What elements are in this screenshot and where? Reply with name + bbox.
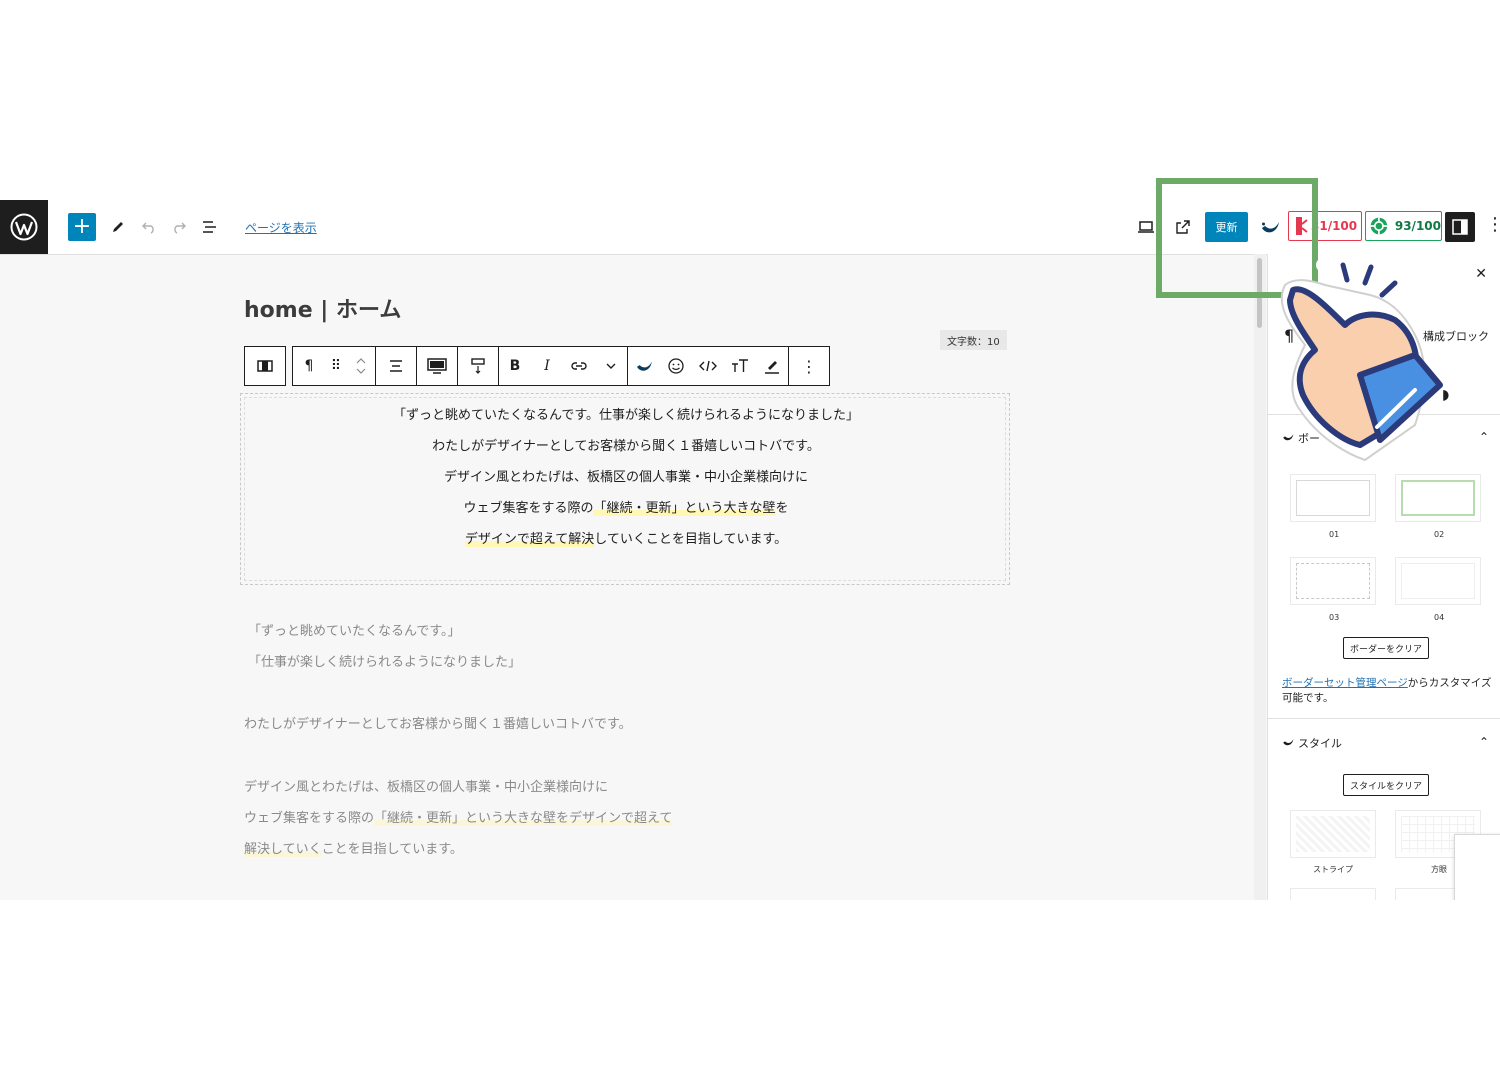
close-icon[interactable]: ✕ xyxy=(1475,266,1487,282)
group-block-icon[interactable] xyxy=(245,347,285,385)
tools-pencil-icon[interactable] xyxy=(108,214,128,240)
block-type-group: ¶ ⠿ xyxy=(292,346,376,386)
emoji-icon[interactable] xyxy=(660,347,692,385)
body-line-5-highlight: 「継続・更新」という大きな壁をデザインで超えて xyxy=(374,811,673,826)
body-line-6[interactable]: 解決していくことを目指しています。 xyxy=(244,838,463,857)
readability-plugin-icon xyxy=(1370,217,1388,235)
readability-score-badge[interactable]: 93/100 xyxy=(1365,211,1442,241)
preview-device-icon[interactable] xyxy=(1136,214,1156,240)
clear-style-button[interactable]: スタイルをクリア xyxy=(1343,774,1430,796)
drag-handle-icon[interactable]: ⠿ xyxy=(325,347,347,385)
redo-icon[interactable] xyxy=(169,214,189,240)
bold-icon[interactable]: B xyxy=(499,347,531,385)
link-icon[interactable] xyxy=(563,347,595,385)
style-preset-grid-label: 方眼 xyxy=(1431,865,1447,874)
wordpress-logo-icon[interactable] xyxy=(0,200,48,254)
device-group xyxy=(417,346,458,386)
border-preset-04-label: 04 xyxy=(1434,613,1445,622)
pointing-hand-icon xyxy=(1280,256,1443,462)
body-line-4[interactable]: デザイン風とわたげは、板橋区の個人事業・中小企業様向けに xyxy=(244,776,608,795)
body-line-6-end: ことを目指しています。 xyxy=(321,842,463,857)
more-formats-chevron-down-icon[interactable] xyxy=(595,347,627,385)
selected-line-5-end: していくことを目指しています。 xyxy=(594,532,788,547)
undo-icon[interactable] xyxy=(139,214,159,240)
block-options-icon[interactable]: ⋮ xyxy=(789,347,829,385)
selected-line-4: ウェブ集客をする際の「継続・更新」という大きな壁を xyxy=(241,497,1011,516)
readability-score-text: 93/100 xyxy=(1394,219,1441,233)
style-section-header[interactable]: スタイル xyxy=(1282,735,1342,751)
border-manage-link[interactable]: ボーダーセット管理ページ xyxy=(1282,677,1408,689)
selected-line-1: 「ずっと眺めていたくなるんです。仕事が楽しく続けられるようになりました」 xyxy=(392,408,860,423)
style-preset-stripe-label: ストライプ xyxy=(1313,865,1353,874)
clear-border-button[interactable]: ボーダーをクリア xyxy=(1343,637,1430,659)
selected-line-4-start: ウェブ集客をする際の xyxy=(463,501,594,516)
char-count-badge: 文字数：10 xyxy=(940,330,1007,350)
floating-popover xyxy=(1454,834,1500,900)
block-toolbar: ¶ ⠿ B I ⋮ xyxy=(244,346,830,386)
page-title[interactable]: home | ホーム xyxy=(244,292,401,324)
border-preset-01-label: 01 xyxy=(1329,530,1340,539)
style-section-chevron-up-icon[interactable]: ⌃ xyxy=(1479,735,1489,749)
body-line-2[interactable]: 「仕事が楽しく続けられるようになりました」 xyxy=(248,651,521,670)
selected-line-3: デザイン風とわたげは、板橋区の個人事業・中小企業様向けに xyxy=(443,470,808,485)
style-preset-3[interactable] xyxy=(1290,888,1376,900)
view-page-link[interactable]: ページを表示 xyxy=(245,219,317,236)
border-preset-02-label: 02 xyxy=(1434,530,1445,539)
margin-icon[interactable] xyxy=(458,347,498,385)
settings-sidebar-toggle[interactable] xyxy=(1445,212,1475,242)
plugin-format-group xyxy=(628,346,789,386)
plugin-leaf-format-icon[interactable] xyxy=(628,347,660,385)
border-manage-note: ボーダーセット管理ページからカスタマイズ可能です。 xyxy=(1282,676,1492,706)
border-preset-03-label: 03 xyxy=(1329,613,1340,622)
selected-line-5-highlight: デザインで超えて解決 xyxy=(464,532,595,547)
list-view-icon[interactable] xyxy=(200,214,220,240)
paragraph-icon[interactable]: ¶ xyxy=(293,347,325,385)
sidebar-toggle-icon xyxy=(1452,219,1468,235)
border-preset-03[interactable] xyxy=(1290,557,1376,605)
body-line-6-highlight: 解決していく xyxy=(244,842,322,857)
selected-paragraph-block[interactable]: 「ずっと眺めていたくなるんです。仕事が楽しく続けられるようになりました」 わたし… xyxy=(240,393,1010,585)
font-size-icon[interactable] xyxy=(724,347,756,385)
text-align-center-icon[interactable] xyxy=(376,347,416,385)
selected-line-2: わたしがデザイナーとしてお客様から聞く１番嬉しいコトバです。 xyxy=(432,439,820,454)
style-section-label: スタイル xyxy=(1298,737,1342,750)
move-up-down-icon[interactable] xyxy=(347,347,375,385)
body-line-5[interactable]: ウェブ集客をする際の「継続・更新」という大きな壁をデザインで超えて xyxy=(244,807,673,826)
desktop-visibility-icon[interactable] xyxy=(417,347,457,385)
body-line-3[interactable]: わたしがデザイナーとしてお客様から聞く１番嬉しいコトバです。 xyxy=(244,713,632,732)
style-section-leaf-icon xyxy=(1282,737,1294,750)
code-icon[interactable] xyxy=(692,347,724,385)
spacing-group xyxy=(458,346,499,386)
parent-selector-group xyxy=(244,346,286,386)
border-preset-04[interactable] xyxy=(1395,557,1481,605)
body-line-5-start: ウェブ集客をする際の xyxy=(244,811,375,826)
selected-line-4-end: を xyxy=(775,501,789,516)
highlighter-icon[interactable] xyxy=(756,347,788,385)
selected-line-4-highlight: 「継続・更新」という大きな壁 xyxy=(593,501,776,516)
border-section-chevron-up-icon[interactable]: ⌃ xyxy=(1479,430,1489,444)
style-preset-stripe[interactable] xyxy=(1290,810,1376,858)
italic-icon[interactable]: I xyxy=(531,347,563,385)
options-menu-icon[interactable]: ⋮ xyxy=(1486,214,1500,235)
selected-line-5: デザインで超えて解決していくことを目指しています。 xyxy=(241,528,1011,547)
add-block-button[interactable]: + xyxy=(68,213,96,241)
body-line-1[interactable]: 「ずっと眺めていたくなるんです。」 xyxy=(248,620,461,639)
align-group xyxy=(376,346,417,386)
block-options-group: ⋮ xyxy=(789,346,830,386)
format-group: B I xyxy=(499,346,628,386)
